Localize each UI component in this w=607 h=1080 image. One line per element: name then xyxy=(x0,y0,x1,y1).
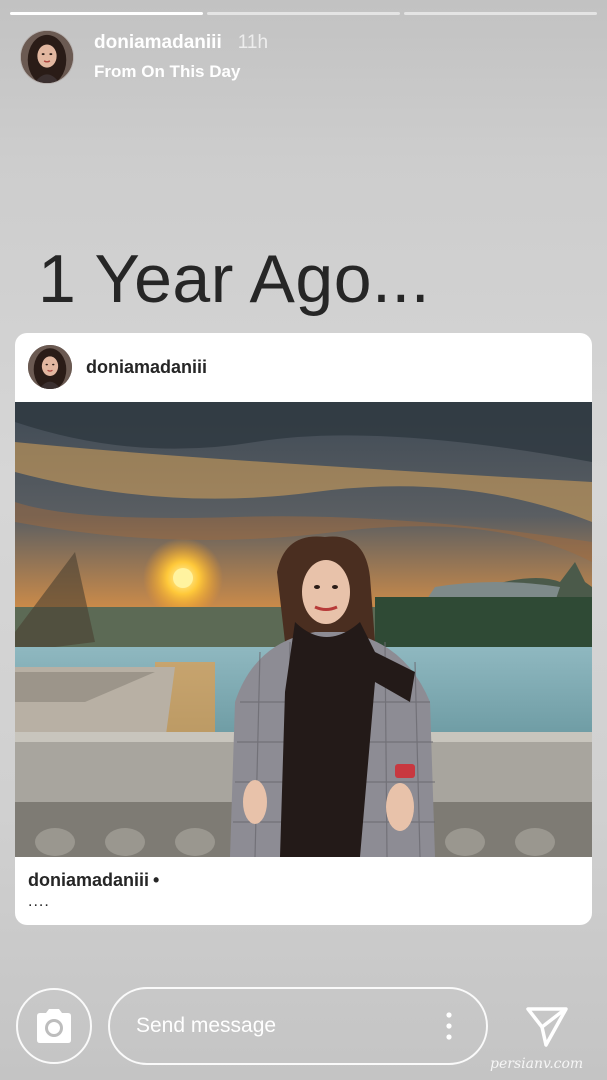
progress-segment xyxy=(10,12,203,15)
camera-button[interactable] xyxy=(16,988,92,1064)
story-header: doniamadaniii 11h From On This Day xyxy=(20,30,268,84)
story-time: 11h xyxy=(237,32,269,53)
post-photo xyxy=(15,402,592,857)
message-input[interactable]: Send message xyxy=(108,987,488,1065)
story-header-text: doniamadaniii 11h From On This Day xyxy=(94,32,268,82)
more-vertical-icon[interactable] xyxy=(434,1006,464,1046)
memory-title: 1 Year Ago... xyxy=(38,241,431,317)
story-progress xyxy=(10,12,597,15)
reply-bar: Send message xyxy=(0,987,607,1067)
progress-segment xyxy=(207,12,400,15)
caption-username: doniamadaniii • xyxy=(28,870,159,891)
post-avatar xyxy=(28,345,72,389)
story-username[interactable]: doniamadaniii xyxy=(94,32,222,54)
camera-icon xyxy=(37,1009,71,1043)
watermark: persianv.com xyxy=(490,1056,584,1072)
story-subtitle[interactable]: From On This Day xyxy=(94,62,268,82)
shared-post-card[interactable]: doniamadaniii doniamadaniii • .... xyxy=(15,333,592,925)
message-placeholder: Send message xyxy=(136,1014,277,1037)
progress-segment xyxy=(404,12,597,15)
post-username: doniamadaniii xyxy=(86,356,208,377)
send-icon[interactable] xyxy=(524,1005,570,1049)
progress-fill xyxy=(10,12,203,15)
caption-text: .... xyxy=(28,893,50,910)
caption-username-text: doniamadaniii xyxy=(28,870,150,890)
caption-separator: • xyxy=(153,870,160,890)
profile-avatar[interactable] xyxy=(20,30,74,84)
post-header: doniamadaniii xyxy=(28,345,207,389)
